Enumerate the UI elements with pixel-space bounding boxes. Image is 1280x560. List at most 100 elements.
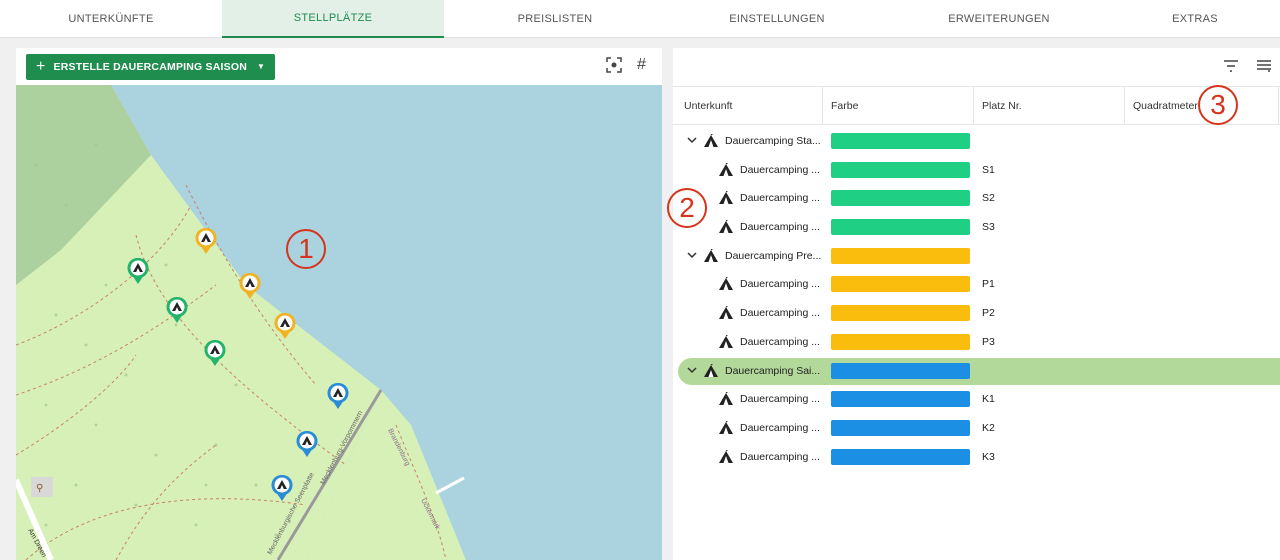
tent-icon	[718, 420, 740, 435]
table-row[interactable]: Dauercamping ... K3	[673, 443, 1280, 472]
cell-unterkunft: Dauercamping ...	[718, 213, 820, 241]
filter-icon[interactable]	[1224, 59, 1238, 75]
panel-gap	[662, 48, 673, 560]
create-season-button[interactable]: + ERSTELLE DAUERCAMPING SAISON ▼	[26, 53, 276, 80]
table-row[interactable]: Dauercamping ... S3	[673, 213, 1280, 242]
cell-unterkunft: Dauercamping ...	[718, 328, 820, 356]
annotation-1: 1	[286, 229, 326, 269]
tab-preislisten[interactable]: PREISLISTEN	[444, 0, 666, 38]
top-tab-bar: UNTERKÜNFTE STELLPLÄTZE PREISLISTEN EINS…	[0, 0, 1280, 38]
tab-unterkuenfte[interactable]: UNTERKÜNFTE	[0, 0, 222, 38]
chevron-down-icon[interactable]	[687, 135, 697, 145]
tent-icon	[703, 248, 725, 263]
cell-unterkunft: Dauercamping Sai...	[703, 357, 820, 385]
unterkunft-name: Dauercamping ...	[740, 393, 820, 406]
unterkunft-name: Dauercamping ...	[740, 421, 820, 434]
tab-extras[interactable]: EXTRAS	[1110, 0, 1280, 38]
chevron-down-icon[interactable]	[687, 365, 697, 375]
table-group-row[interactable]: Dauercamping Sta...	[673, 127, 1280, 156]
table-row[interactable]: Dauercamping ... P3	[673, 328, 1280, 357]
color-swatch	[831, 419, 970, 436]
table-row[interactable]: Dauercamping ... P1	[673, 270, 1280, 299]
unterkunft-name: Dauercamping Pre...	[725, 249, 822, 262]
unterkunft-name: Dauercamping ...	[740, 450, 820, 463]
tent-icon	[718, 162, 740, 177]
unterkunft-name: Dauercamping ...	[740, 221, 820, 234]
table-group-row[interactable]: Dauercamping Pre...	[673, 242, 1280, 271]
tent-icon	[718, 334, 740, 349]
tent-icon	[703, 363, 725, 378]
plus-icon: +	[36, 57, 46, 75]
columns-menu-icon[interactable]	[1257, 59, 1271, 75]
cell-unterkunft: Dauercamping ...	[718, 156, 820, 184]
color-swatch	[831, 190, 970, 207]
table-header: Unterkunft Farbe Platz Nr. Quadratmeter	[673, 86, 1280, 125]
table-row[interactable]: Dauercamping ... S2	[673, 184, 1280, 213]
color-swatch	[831, 247, 970, 264]
focus-icon[interactable]	[606, 57, 622, 77]
color-swatch	[831, 276, 970, 293]
color-swatch	[831, 305, 970, 322]
tent-icon	[718, 306, 740, 320]
tab-erweiterungen[interactable]: ERWEITERUNGEN	[888, 0, 1110, 38]
cell-unterkunft: Dauercamping Sta...	[703, 127, 821, 155]
cell-unterkunft: Dauercamping ...	[718, 299, 820, 327]
caret-down-icon[interactable]: ▼	[257, 62, 265, 71]
cell-unterkunft: Dauercamping ...	[718, 385, 820, 413]
color-swatch	[831, 362, 970, 379]
color-swatch	[831, 391, 970, 408]
cell-unterkunft: Dauercamping ...	[718, 443, 820, 471]
table-panel: Unterkunft Farbe Platz Nr. Quadratmeter …	[667, 48, 1280, 560]
map-canvas[interactable]: Mecklenburg-Vorpommern Brandenburg Ucker…	[16, 85, 662, 560]
table-row[interactable]: Dauercamping ... K2	[673, 414, 1280, 443]
annotation-3: 3	[1198, 85, 1238, 125]
header-farbe[interactable]: Farbe	[823, 87, 974, 125]
cell-unterkunft: Dauercamping ...	[718, 414, 820, 442]
map-panel: + ERSTELLE DAUERCAMPING SAISON ▼ # Meckl…	[16, 48, 662, 560]
unterkunft-name: Dauercamping ...	[740, 335, 820, 348]
tent-icon	[718, 191, 740, 205]
tab-einstellungen[interactable]: EINSTELLUNGEN	[666, 0, 888, 38]
color-swatch	[831, 448, 970, 465]
tent-icon	[718, 220, 740, 234]
unterkunft-name: Dauercamping ...	[740, 278, 820, 291]
header-unterkunft[interactable]: Unterkunft	[676, 87, 823, 125]
cell-platz: S2	[982, 192, 995, 205]
table-body: Dauercamping Sta... Dauercamping ... S1 Dau…	[673, 127, 1280, 471]
header-platz[interactable]: Platz Nr.	[974, 87, 1125, 125]
tent-icon	[718, 277, 740, 291]
cell-platz: K2	[982, 421, 995, 434]
table-toolbar	[673, 48, 1280, 86]
chevron-down-icon[interactable]	[687, 250, 697, 260]
poi-glyph-icon: ⚲	[36, 483, 43, 494]
color-swatch	[831, 161, 970, 178]
table-row[interactable]: Dauercamping ... K1	[673, 385, 1280, 414]
tab-stellplaetze[interactable]: STELLPLÄTZE	[222, 0, 444, 38]
tent-icon	[718, 449, 740, 464]
cell-unterkunft: Dauercamping ...	[718, 184, 820, 212]
annotation-2: 2	[667, 188, 707, 228]
table-row[interactable]: Dauercamping ... P2	[673, 299, 1280, 328]
unterkunft-name: Dauercamping Sai...	[725, 364, 821, 377]
color-swatch	[831, 333, 970, 350]
map-toolbar: + ERSTELLE DAUERCAMPING SAISON ▼ #	[16, 48, 662, 85]
tent-icon	[718, 392, 740, 406]
cell-platz: P3	[982, 335, 995, 348]
color-swatch	[831, 219, 970, 236]
map-view[interactable]: Mecklenburg-Vorpommern Brandenburg Ucker…	[16, 85, 662, 560]
cell-platz: P2	[982, 307, 995, 320]
cell-platz: P1	[982, 278, 995, 291]
unterkunft-name: Dauercamping ...	[740, 192, 820, 205]
unterkunft-name: Dauercamping Sta...	[725, 135, 821, 147]
hash-icon[interactable]: #	[637, 56, 646, 74]
table-row[interactable]: Dauercamping ... S1	[673, 156, 1280, 185]
cell-platz: S3	[982, 221, 995, 234]
table-group-row[interactable]: Dauercamping Sai...	[673, 357, 1280, 386]
color-swatch	[831, 133, 970, 149]
unterkunft-name: Dauercamping ...	[740, 307, 820, 320]
cell-platz: K1	[982, 393, 995, 406]
cell-unterkunft: Dauercamping ...	[718, 270, 820, 298]
cell-platz: S1	[982, 163, 995, 176]
cell-platz: K3	[982, 450, 995, 463]
create-season-label: ERSTELLE DAUERCAMPING SAISON	[53, 60, 247, 73]
